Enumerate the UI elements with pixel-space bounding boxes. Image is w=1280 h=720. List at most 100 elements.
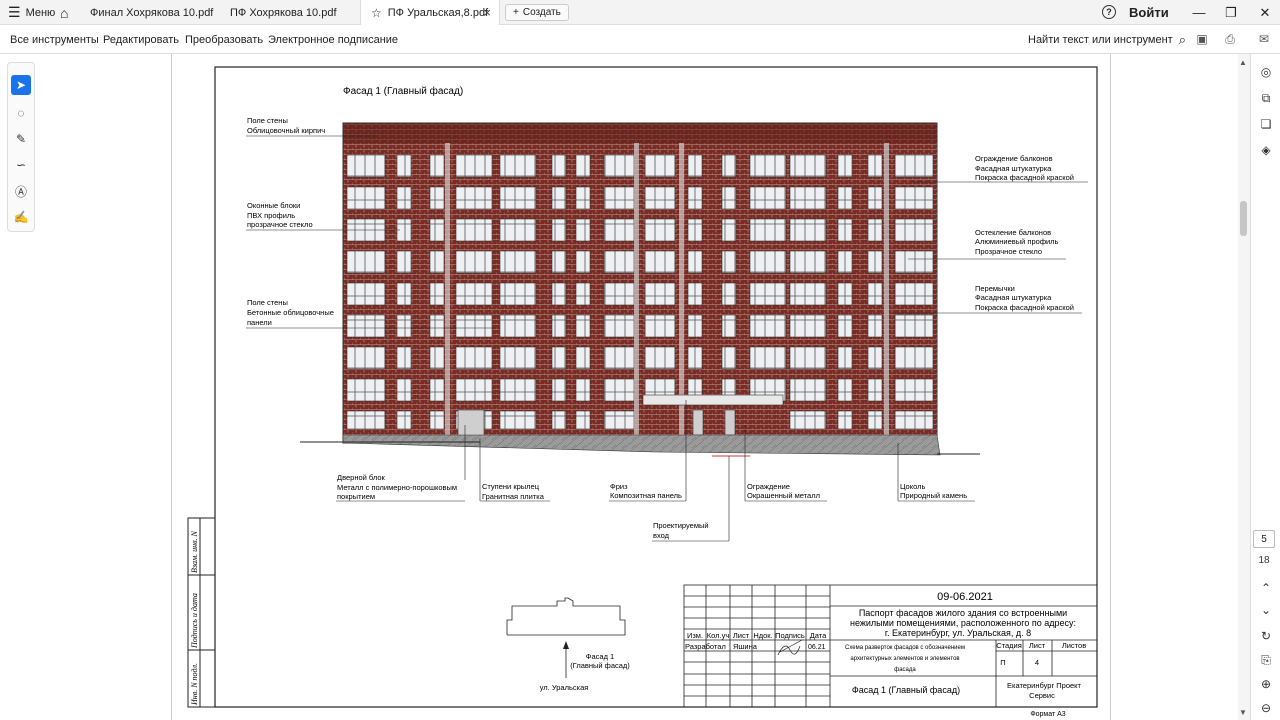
lasso-icon[interactable]: ∽: [11, 155, 31, 175]
tb-date: 09-06.2021: [937, 591, 993, 603]
email-icon[interactable]: ✉: [1256, 31, 1272, 47]
note-wall-label: Поле стены: [247, 116, 288, 125]
main-toolbar: Все инструменты Редактировать Преобразов…: [0, 25, 1280, 54]
facade-window: [455, 346, 493, 370]
facade-window: [396, 250, 412, 274]
page-number-input[interactable]: 5: [1253, 530, 1275, 548]
facade-window: [575, 218, 591, 242]
text-select-icon[interactable]: Ⓐ: [11, 181, 31, 201]
scroll-up-icon[interactable]: ▲: [1239, 58, 1247, 67]
scroll-down-icon[interactable]: ▼: [1239, 708, 1247, 717]
facade-window: [551, 410, 567, 430]
menu-all-tools[interactable]: Все инструменты: [10, 25, 99, 54]
ai-assistant-icon[interactable]: ◎: [1258, 64, 1274, 80]
facade-window: [429, 346, 445, 370]
facade-window: [721, 186, 737, 210]
note-window-label: Оконные блоки: [247, 201, 300, 210]
create-button[interactable]: + Создать: [505, 4, 569, 21]
help-icon[interactable]: ?: [1102, 5, 1116, 19]
close-tab-icon[interactable]: ×: [483, 5, 491, 20]
facade-window: [346, 314, 386, 338]
down-arrow-icon[interactable]: ⌄: [1258, 602, 1274, 618]
vertical-scrollbar[interactable]: ▲ ▼: [1238, 54, 1250, 720]
tab-pf-uralskaya[interactable]: ☆ ПФ Уральская,8.pdf ×: [360, 0, 500, 25]
restore-icon[interactable]: ❐: [1216, 0, 1246, 25]
extract-icon[interactable]: ⎘: [1258, 652, 1274, 668]
facade-window: [749, 154, 787, 178]
window-close-icon[interactable]: ✕: [1250, 0, 1280, 25]
facade-window: [499, 250, 537, 274]
tb-stage-v: П: [1000, 658, 1005, 667]
plan-label-1: Фасад 1: [586, 652, 614, 661]
zoom-out-icon[interactable]: ⊖: [1258, 700, 1274, 716]
tab-bar: ☰ Меню ⌂ Финал Хохрякова 10.pdf ПФ Хохря…: [0, 0, 1280, 25]
facade-window: [575, 314, 591, 338]
page-total: 18: [1258, 555, 1270, 566]
facade-window: [687, 218, 703, 242]
home-icon[interactable]: ⌂: [60, 0, 68, 25]
bookmark-icon[interactable]: ⧉: [1258, 90, 1274, 106]
pen-icon[interactable]: ✎: [11, 129, 31, 149]
facade-window: [721, 218, 737, 242]
tab-final[interactable]: Финал Хохрякова 10.pdf: [80, 0, 220, 25]
tb-company-1: Екатеринбург Проект: [1007, 681, 1082, 690]
sign-icon[interactable]: ✍: [11, 207, 31, 227]
tb-project-2: нежилыми помещениями, расположенного по …: [850, 618, 1076, 628]
facade-window: [551, 186, 567, 210]
menu-edit[interactable]: Редактировать: [103, 25, 179, 54]
facade-window: [603, 282, 635, 306]
print-icon[interactable]: ⎙: [1222, 31, 1238, 47]
up-arrow-icon[interactable]: ⌃: [1258, 580, 1274, 596]
plus-icon: +: [513, 7, 519, 18]
note-balcony-value2: Покраска фасадной краской: [975, 173, 1074, 182]
search-icon: ⌕: [1178, 31, 1186, 47]
facade-window: [867, 250, 883, 274]
minimize-icon[interactable]: —: [1184, 0, 1214, 25]
tab-label: ПФ Хохрякова 10.pdf: [230, 6, 337, 19]
facade-window: [575, 186, 591, 210]
pages-icon[interactable]: ❏: [1258, 116, 1274, 132]
facade-window: [867, 154, 883, 178]
facade-title: Фасад 1 (Главный фасад): [343, 85, 463, 97]
plan-label-2: (Главный фасад): [570, 661, 630, 670]
facade-window: [429, 218, 445, 242]
scroll-thumb[interactable]: [1240, 201, 1247, 236]
right-rail: ◎ ⧉ ❏ ◈ ⌃ ⌄ ↻ ⎘ ⊕ ⊖: [1250, 54, 1280, 720]
facade-window: [499, 314, 537, 338]
zoom-in-icon[interactable]: ⊕: [1258, 676, 1274, 692]
facade-window: [789, 218, 827, 242]
comment-icon[interactable]: ◌: [11, 103, 31, 123]
facade-window: [396, 378, 412, 402]
facade-window: [894, 186, 934, 210]
facade-window: [455, 314, 493, 338]
document-view[interactable]: Инв. N подл. Подпись и дата Взам. инв. N…: [172, 54, 1110, 720]
save-icon[interactable]: ▣: [1194, 31, 1210, 47]
rotate-icon[interactable]: ↻: [1258, 628, 1274, 644]
facade-window: [789, 378, 827, 402]
menu-button[interactable]: ☰ Меню: [8, 0, 55, 25]
facade-window: [687, 346, 703, 370]
facade-window: [644, 186, 676, 210]
select-cursor-icon[interactable]: ➤: [11, 75, 31, 95]
pilaster: [679, 143, 684, 435]
tab-pf-khokhryakova[interactable]: ПФ Хохрякова 10.pdf: [220, 0, 360, 25]
star-icon[interactable]: ☆: [371, 6, 382, 20]
layers-icon[interactable]: ◈: [1258, 142, 1274, 158]
facade-window: [455, 282, 493, 306]
facade-window: [749, 314, 787, 338]
facade-window: [346, 346, 386, 370]
facade-window: [749, 250, 787, 274]
tb-list-v: 4: [1035, 658, 1039, 667]
facade-window: [837, 218, 853, 242]
menu-convert[interactable]: Преобразовать: [185, 25, 263, 54]
login-button[interactable]: Войти: [1129, 0, 1169, 25]
find-tool[interactable]: Найти текст или инструмент ⌕: [1028, 25, 1186, 54]
facade-window: [789, 346, 827, 370]
facade-window: [603, 378, 635, 402]
note-entrance-1: Проектируемый: [653, 521, 709, 530]
facade-window: [396, 314, 412, 338]
facade-window: [721, 154, 737, 178]
menu-e-sign[interactable]: Электронное подписание: [268, 25, 398, 54]
facade-window: [721, 250, 737, 274]
facade-window: [603, 250, 635, 274]
